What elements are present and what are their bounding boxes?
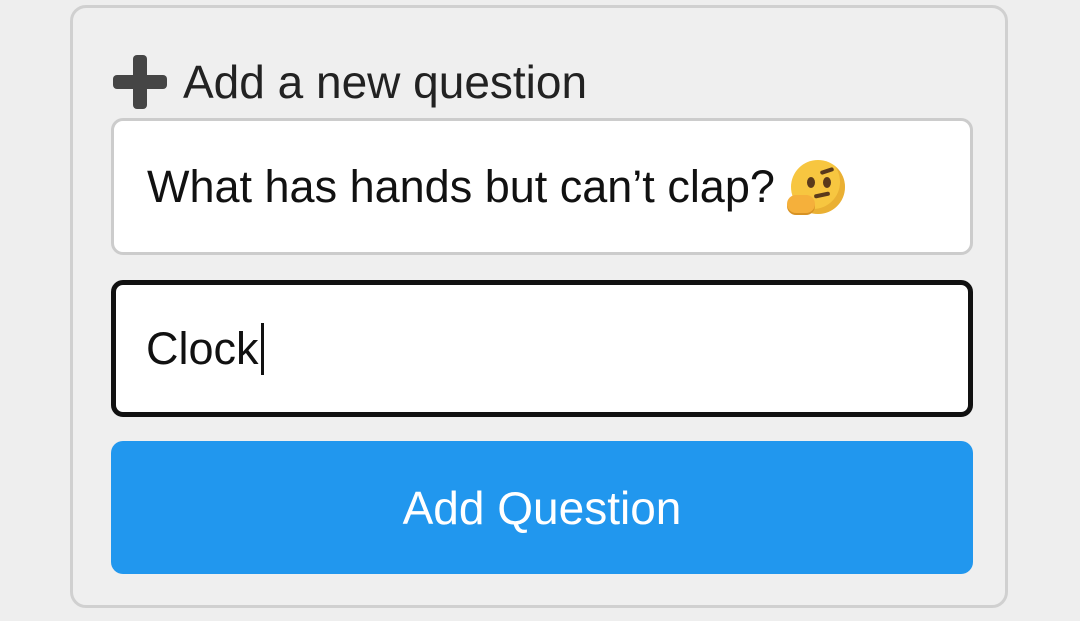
thinking-face-icon [786,159,845,214]
question-text: What has hands but can’t clap? [147,160,775,212]
answer-text: Clock [146,322,259,374]
add-question-card: Add a new question What has hands but ca… [70,5,1008,608]
text-caret [260,322,264,375]
add-question-button[interactable]: Add Question [111,441,973,574]
heading-text: Add a new question [183,56,588,108]
plus-icon [113,55,167,109]
answer-input[interactable]: Clock [111,280,973,417]
form-heading: Add a new question [113,52,587,112]
question-input[interactable]: What has hands but can’t clap? [111,118,973,255]
